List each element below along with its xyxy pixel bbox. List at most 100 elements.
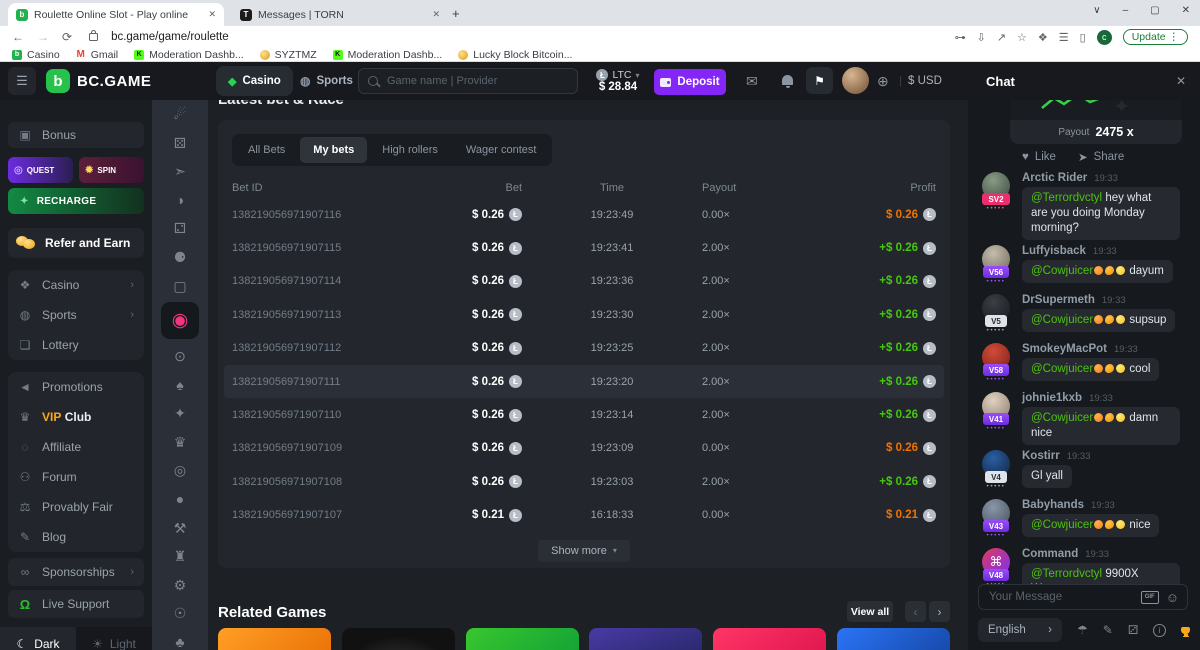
forward-icon[interactable]: → <box>37 30 49 44</box>
gif-icon[interactable]: GIF <box>1141 591 1159 604</box>
game-thumbnail[interactable] <box>466 628 579 650</box>
theme-dark-button[interactable]: ☾Dark <box>0 627 76 650</box>
mention[interactable]: @Cowjuicer <box>1031 314 1093 326</box>
chat-username[interactable]: Command <box>1022 548 1078 560</box>
sidebar-item-promotions[interactable]: ◄ Promotions <box>8 372 144 402</box>
bookmark-moderation-2[interactable]: KModeration Dashb... <box>333 49 443 61</box>
flag-icon[interactable]: ⚑ <box>806 67 833 94</box>
chat-username[interactable]: SmokeyMacPot <box>1022 343 1107 355</box>
limbo-icon[interactable]: ➣ <box>174 163 186 179</box>
chat-username[interactable]: Luffyisback <box>1022 245 1086 257</box>
back-icon[interactable]: ← <box>12 30 24 44</box>
sidebar-item-vip-club[interactable]: ♛ VIP Club <box>8 402 144 432</box>
recharge-button[interactable]: ✦ RECHARGE <box>8 188 144 214</box>
table-row[interactable]: 138219056971907114 $ 0.26Ł 19:23:36 2.00… <box>232 265 936 298</box>
table-row[interactable]: 138219056971907116 $ 0.26Ł 19:23:49 0.00… <box>232 198 936 231</box>
sidebar-item-blog[interactable]: ✎ Blog <box>8 522 144 552</box>
reading-list-icon[interactable]: ☰ <box>1059 31 1069 44</box>
video-poker-icon[interactable]: ▢ <box>173 278 186 294</box>
globe-icon[interactable]: ⊕ <box>877 73 889 90</box>
view-all-button[interactable]: View all <box>847 601 893 622</box>
sidebar-item-forum[interactable]: ⚇ Forum <box>8 462 144 492</box>
table-row[interactable]: 138219056971907108 $ 0.26Ł 19:23:03 2.00… <box>232 465 936 498</box>
sidebar-item-live-support[interactable]: Ω Live Support <box>8 590 144 618</box>
tab-my-bets[interactable]: My bets <box>300 137 367 163</box>
mention[interactable]: @Terrordvctyl <box>1031 568 1102 580</box>
ball-game-icon[interactable]: ● <box>176 491 184 507</box>
roulette-icon-active[interactable]: ◉ <box>161 302 199 339</box>
tab-search-icon[interactable]: ∨ <box>1093 5 1100 16</box>
share-button[interactable]: ➤Share <box>1078 150 1124 164</box>
quest-button[interactable]: ◎ QUEST <box>8 157 73 183</box>
table-row[interactable]: 138219056971907113 $ 0.26Ł 19:23:30 2.00… <box>232 298 936 331</box>
dice-icon[interactable]: ⚄ <box>174 135 186 151</box>
hash-dice-icon[interactable]: ⚁ <box>174 220 186 236</box>
browser-tab-roulette[interactable]: b Roulette Online Slot - Play online ✕ <box>8 3 224 26</box>
sidebar-item-provably-fair[interactable]: ⚖ Provably Fair <box>8 492 144 522</box>
tower-icon[interactable]: ♜ <box>174 548 187 564</box>
tab-sports[interactable]: ◍ Sports <box>288 66 365 96</box>
restore-icon[interactable]: ▢ <box>1150 5 1159 16</box>
browser-profile-avatar[interactable]: c <box>1097 30 1112 45</box>
table-row[interactable]: 138219056971907112 $ 0.26Ł 19:23:25 2.00… <box>232 332 936 365</box>
password-key-icon[interactable]: ⊶ <box>955 31 966 44</box>
chat-username[interactable]: DrSupermeth <box>1022 294 1095 306</box>
plinko-icon[interactable]: ⚈ <box>174 249 187 265</box>
tab-high-rollers[interactable]: High rollers <box>369 137 451 163</box>
dice-roll-icon[interactable]: ⚂ <box>1128 623 1138 637</box>
tab-close-icon[interactable]: ✕ <box>204 9 216 20</box>
show-more-button[interactable]: Show more▾ <box>538 540 630 562</box>
table-row[interactable]: 138219056971907107 $ 0.21Ł 16:18:33 0.00… <box>232 499 936 532</box>
fiat-currency[interactable]: $ USD <box>908 75 942 87</box>
keno-icon[interactable]: ⊙ <box>174 348 186 364</box>
table-row[interactable]: 138219056971907110 $ 0.26Ł 19:23:14 2.00… <box>232 398 936 431</box>
wallet-balance[interactable]: Ł LTC ▾ $ 28.84 <box>586 66 650 96</box>
bookmark-gmail[interactable]: MGmail <box>76 49 118 61</box>
twist-icon[interactable]: ✦ <box>174 405 186 421</box>
url-text[interactable]: bc.game/game/roulette <box>111 31 229 43</box>
eye-game-icon[interactable]: ☉ <box>174 605 187 621</box>
sidebar-item-sponsorships[interactable]: ∞ Sponsorships› <box>8 558 144 586</box>
blackjack-icon[interactable]: ♣ <box>175 634 184 650</box>
chat-rules-icon[interactable]: ✎ <box>1103 623 1113 637</box>
reload-icon[interactable]: ⟳ <box>62 30 72 44</box>
carousel-prev-icon[interactable]: ‹ <box>905 601 926 622</box>
user-avatar[interactable] <box>842 67 869 94</box>
trophy-icon[interactable] <box>1181 627 1190 634</box>
like-button[interactable]: ♥Like <box>1022 150 1056 164</box>
sidebar-item-bonus[interactable]: ▣ Bonus <box>8 122 144 148</box>
minimize-icon[interactable]: – <box>1123 5 1129 16</box>
mail-icon[interactable]: ✉ <box>746 73 758 90</box>
cards-icon[interactable]: ♠ <box>176 377 183 393</box>
chat-username[interactable]: Babyhands <box>1022 499 1084 511</box>
bookmark-star-icon[interactable]: ☆ <box>1017 31 1027 44</box>
chat-username[interactable]: Kostirr <box>1022 450 1060 462</box>
tab-casino[interactable]: ◆ Casino <box>216 66 293 96</box>
refer-and-earn-button[interactable]: Refer and Earn <box>8 228 144 258</box>
share-icon[interactable]: ↗ <box>997 31 1006 44</box>
browser-tab-torn[interactable]: T Messages | TORN ✕ <box>232 3 448 26</box>
mention[interactable]: @Cowjuicer <box>1031 519 1093 531</box>
chat-message-input[interactable] <box>987 590 1134 604</box>
sidebar-item-casino[interactable]: ❖ Casino› <box>8 270 144 300</box>
crash-icon[interactable]: ☄ <box>174 106 187 122</box>
extensions-icon[interactable]: ❖ <box>1038 31 1048 44</box>
game-thumbnail[interactable] <box>713 628 826 650</box>
info-icon[interactable]: i <box>1153 624 1165 637</box>
chat-username[interactable]: johnie1kxb <box>1022 392 1082 404</box>
sidebar-item-sports[interactable]: ◍ Sports› <box>8 300 144 330</box>
bookmark-casino[interactable]: bCasino <box>12 49 60 61</box>
rain-icon[interactable]: ☂ <box>1077 623 1088 637</box>
language-selector[interactable]: English› <box>978 618 1062 642</box>
wheel-game-icon[interactable]: ⚙ <box>174 577 187 593</box>
chat-username[interactable]: Arctic Rider <box>1022 172 1087 184</box>
table-row-highlighted[interactable]: 138219056971907111 $ 0.26Ł 19:23:20 2.00… <box>224 365 944 398</box>
secure-lock-icon[interactable] <box>89 33 98 41</box>
tab-all-bets[interactable]: All Bets <box>235 137 298 163</box>
tab-wager-contest[interactable]: Wager contest <box>453 137 550 163</box>
table-row[interactable]: 138219056971907109 $ 0.26Ł 19:23:09 0.00… <box>232 432 936 465</box>
bookmark-luckyblock[interactable]: Lucky Block Bitcoin... <box>458 49 572 61</box>
game-thumbnail[interactable] <box>342 628 455 650</box>
close-icon[interactable]: ✕ <box>1182 5 1190 16</box>
game-thumbnail[interactable] <box>218 628 331 650</box>
